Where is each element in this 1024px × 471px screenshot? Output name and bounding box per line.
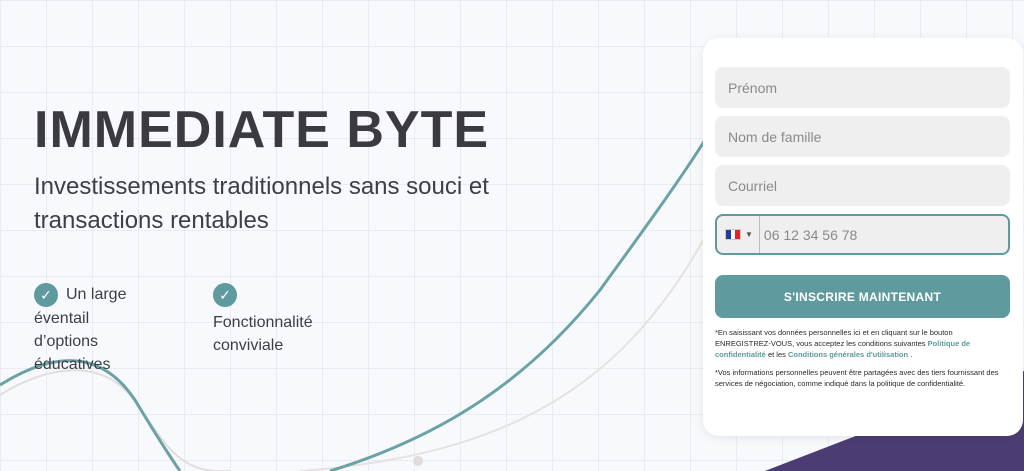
- feature-label: Fonctionnalité conviviale: [213, 314, 313, 354]
- legal-consent-text: *En saisissant vos données personnelles …: [715, 328, 971, 359]
- hero-subtitle: Investissements traditionnels sans souci…: [34, 173, 489, 234]
- signup-form-card: ▼ S'INSCRIRE MAINTENANT *En saisissant v…: [703, 38, 1023, 436]
- flag-france-icon: [725, 229, 741, 240]
- hero-title: IMMEDIATE BYTE: [34, 101, 490, 159]
- country-code-dropdown[interactable]: ▼: [717, 216, 759, 253]
- caret-down-icon: ▼: [745, 230, 753, 239]
- last-name-input[interactable]: [715, 116, 1010, 157]
- signup-submit-button[interactable]: S'INSCRIRE MAINTENANT: [715, 275, 1010, 318]
- feature-user-friendly: ✓ Fonctionnalité conviviale: [213, 283, 363, 357]
- email-input[interactable]: [715, 165, 1010, 206]
- feature-educational-options: ✓ Un large éventail d’options éducatives: [34, 283, 154, 376]
- legal-data-sharing-text: *Vos informations personnelles peuvent ê…: [715, 368, 999, 388]
- phone-input[interactable]: [758, 216, 1008, 253]
- phone-field: ▼: [715, 214, 1010, 255]
- check-icon: ✓: [213, 283, 237, 307]
- terms-of-use-link[interactable]: Conditions générales d'utilisation: [788, 350, 908, 359]
- check-icon: ✓: [34, 283, 58, 307]
- first-name-input[interactable]: [715, 67, 1010, 108]
